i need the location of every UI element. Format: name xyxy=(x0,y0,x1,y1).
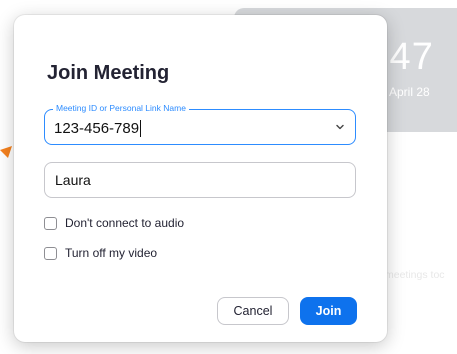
chevron-down-icon[interactable] xyxy=(335,122,345,132)
background-meetings-text: meetings toc xyxy=(385,269,445,281)
arrow-pointer-icon xyxy=(0,146,12,158)
turn-off-video-checkbox[interactable] xyxy=(44,246,57,260)
meeting-id-field[interactable]: Meeting ID or Personal Link Name 123-456… xyxy=(44,102,356,145)
meeting-id-input[interactable]: 123-456-789 xyxy=(54,118,314,138)
join-meeting-dialog: Join Meeting Meeting ID or Personal Link… xyxy=(14,15,387,342)
dont-connect-audio-checkbox[interactable] xyxy=(44,216,57,230)
join-button[interactable]: Join xyxy=(300,297,357,325)
screen: :47 , April 28 meetings toc Join Meeting… xyxy=(0,0,457,354)
dont-connect-audio-label: Don't connect to audio xyxy=(65,216,185,230)
meeting-id-label: Meeting ID or Personal Link Name xyxy=(53,102,189,114)
dont-connect-audio-option[interactable]: Don't connect to audio xyxy=(44,216,184,230)
turn-off-video-option[interactable]: Turn off my video xyxy=(44,246,157,260)
text-caret xyxy=(140,119,142,137)
background-clock-date: , April 28 xyxy=(383,85,430,99)
dialog-title: Join Meeting xyxy=(47,62,170,84)
meeting-id-value: 123-456-789 xyxy=(54,119,140,137)
cancel-button[interactable]: Cancel xyxy=(217,297,289,325)
name-input[interactable] xyxy=(44,162,356,198)
turn-off-video-label: Turn off my video xyxy=(65,246,158,260)
